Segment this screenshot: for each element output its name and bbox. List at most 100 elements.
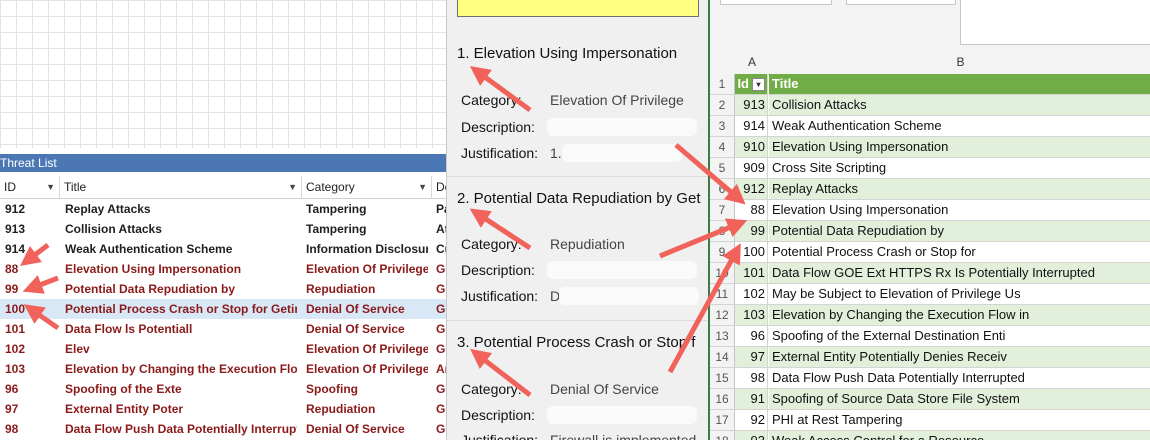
threat-category-cell: Tampering: [306, 222, 367, 236]
threat-row[interactable]: 99 Potential Data Repudiation by Repudiati…: [0, 279, 446, 299]
id-cell[interactable]: 913: [735, 95, 768, 115]
column-title-header[interactable]: Title ▼: [60, 176, 302, 198]
threat-row[interactable]: 103 Elevation by Changing the Execution F…: [0, 359, 446, 379]
spreadsheet-row: 17 92 PHI at Rest Tampering: [710, 410, 1150, 431]
title-cell[interactable]: Elevation Using Impersonation: [769, 200, 1150, 220]
title-cell[interactable]: Replay Attacks: [769, 179, 1150, 199]
threat-row[interactable]: 914 Weak Authentication Scheme Information…: [0, 239, 446, 259]
id-cell[interactable]: 91: [735, 389, 768, 409]
ribbon-box: [720, 0, 832, 5]
row-number[interactable]: 14: [710, 347, 735, 367]
column-a-header[interactable]: A: [735, 55, 769, 69]
row-number[interactable]: 13: [710, 326, 735, 346]
threat-list-title: Threat List: [0, 154, 446, 172]
excel-panel: A B 1 Id ▾ Title 2 913 Collision Attacks 3 91…: [708, 0, 1150, 440]
threat-row[interactable]: 100 Potential Process Crash or Stop for G…: [0, 299, 446, 319]
row-number[interactable]: 16: [710, 389, 735, 409]
redacted-text: [547, 261, 697, 279]
title-cell[interactable]: External Entity Potentially Denies Recei…: [769, 347, 1150, 367]
description-label: Description:: [461, 407, 535, 423]
diagram-canvas[interactable]: [0, 0, 446, 148]
spreadsheet-row: 15 98 Data Flow Push Data Potentially Inte…: [710, 368, 1150, 389]
title-cell[interactable]: May be Subject to Elevation of Privilege…: [769, 284, 1150, 304]
id-cell[interactable]: 909: [735, 158, 768, 178]
id-cell[interactable]: 92: [735, 410, 768, 430]
title-cell[interactable]: Elevation by Changing the Execution Flow…: [769, 305, 1150, 325]
id-cell[interactable]: 103: [735, 305, 768, 325]
spreadsheet-row: 8 99 Potential Data Repudiation by: [710, 221, 1150, 242]
row-number[interactable]: 7: [710, 200, 735, 220]
column-description-header[interactable]: De: [432, 176, 446, 198]
title-cell[interactable]: Data Flow Push Data Potentially Interrup…: [769, 368, 1150, 388]
row-number[interactable]: 12: [710, 305, 735, 325]
title-cell[interactable]: Elevation Using Impersonation: [769, 137, 1150, 157]
filter-dropdown-icon[interactable]: ▾: [752, 78, 765, 92]
column-category-header[interactable]: Category ▼: [302, 176, 432, 198]
threat-row[interactable]: 912 Replay Attacks Tampering Pa: [0, 199, 446, 219]
threat-category-cell: Denial Of Service: [306, 322, 405, 336]
id-cell[interactable]: 93: [735, 431, 768, 440]
threat-row[interactable]: 98 Data Flow Push Data Potentially Interr…: [0, 419, 446, 439]
title-cell[interactable]: Spoofing of the External Destination Ent…: [769, 326, 1150, 346]
row-number[interactable]: 15: [710, 368, 735, 388]
column-id-header[interactable]: ID ▼: [0, 176, 60, 198]
threat-description-cell: Ge: [436, 322, 446, 336]
row-number[interactable]: 9: [710, 242, 735, 262]
row-number[interactable]: 6: [710, 179, 735, 199]
title-cell[interactable]: Weak Authentication Scheme: [769, 116, 1150, 136]
threat-row[interactable]: 96 Spoofing of the Exte Spoofing Ge: [0, 379, 446, 399]
title-cell[interactable]: Cross Site Scripting: [769, 158, 1150, 178]
threat-row[interactable]: 102 Elev Elevation Of Privilege Ge: [0, 339, 446, 359]
id-header-cell[interactable]: Id ▾: [735, 74, 768, 94]
id-cell[interactable]: 910: [735, 137, 768, 157]
row-number[interactable]: 8: [710, 221, 735, 241]
row-number[interactable]: 1: [710, 74, 735, 94]
threat-description-cell: An: [436, 362, 446, 376]
column-b-header[interactable]: B: [769, 55, 1150, 69]
id-cell[interactable]: 101: [735, 263, 768, 283]
row-number[interactable]: 3: [710, 116, 735, 136]
id-cell[interactable]: 88: [735, 200, 768, 220]
id-cell[interactable]: 98: [735, 368, 768, 388]
formula-area[interactable]: [960, 0, 1150, 45]
title-cell[interactable]: Data Flow GOE Ext HTTPS Rx Is Potentiall…: [769, 263, 1150, 283]
threat-id-cell: 100: [5, 302, 26, 316]
id-cell[interactable]: 914: [735, 116, 768, 136]
justification-value: Firewall is implemented: [550, 432, 697, 440]
row-number[interactable]: 4: [710, 137, 735, 157]
column-header-row: A B: [710, 52, 1150, 75]
id-cell[interactable]: 97: [735, 347, 768, 367]
threat-description-cell: Ge: [436, 282, 446, 296]
id-cell[interactable]: 99: [735, 221, 768, 241]
title-cell[interactable]: Spoofing of Source Data Store File Syste…: [769, 389, 1150, 409]
row-number[interactable]: 11: [710, 284, 735, 304]
id-cell[interactable]: 100: [735, 242, 768, 262]
threat-row[interactable]: 97 External Entity Poter Repudiation Ge: [0, 399, 446, 419]
title-cell[interactable]: Potential Process Crash or Stop for: [769, 242, 1150, 262]
title-header-cell[interactable]: Title: [769, 74, 1150, 94]
row-number[interactable]: 5: [710, 158, 735, 178]
row-number[interactable]: 10: [710, 263, 735, 283]
threat-category-cell: Elevation Of Privilege: [306, 342, 428, 356]
title-cell[interactable]: Weak Access Control for a Resource: [769, 431, 1150, 440]
threat-row[interactable]: 88 Elevation Using Impersonation Elevation…: [0, 259, 446, 279]
title-cell[interactable]: PHI at Rest Tampering: [769, 410, 1150, 430]
threat-id-cell: 96: [5, 382, 19, 396]
id-cell[interactable]: 96: [735, 326, 768, 346]
row-number[interactable]: 18: [710, 431, 735, 440]
row-number[interactable]: 17: [710, 410, 735, 430]
row-number[interactable]: 2: [710, 95, 735, 115]
threat-title-cell: Collision Attacks: [65, 222, 162, 236]
threat-description-cell: Ge: [436, 302, 446, 316]
description-label: Description:: [461, 119, 535, 135]
id-cell[interactable]: 102: [735, 284, 768, 304]
title-cell[interactable]: Potential Data Repudiation by: [769, 221, 1150, 241]
sort-chevron-icon: ▼: [46, 182, 55, 192]
spreadsheet-row: 3 914 Weak Authentication Scheme: [710, 116, 1150, 137]
threat-row[interactable]: 913 Collision Attacks Tampering At: [0, 219, 446, 239]
category-label: Category:: [461, 236, 522, 252]
threat-row[interactable]: 101 Data Flow ls Potentiall Denial Of Serv…: [0, 319, 446, 339]
justification-label: Justification:: [461, 432, 539, 440]
id-cell[interactable]: 912: [735, 179, 768, 199]
title-cell[interactable]: Collision Attacks: [769, 95, 1150, 115]
